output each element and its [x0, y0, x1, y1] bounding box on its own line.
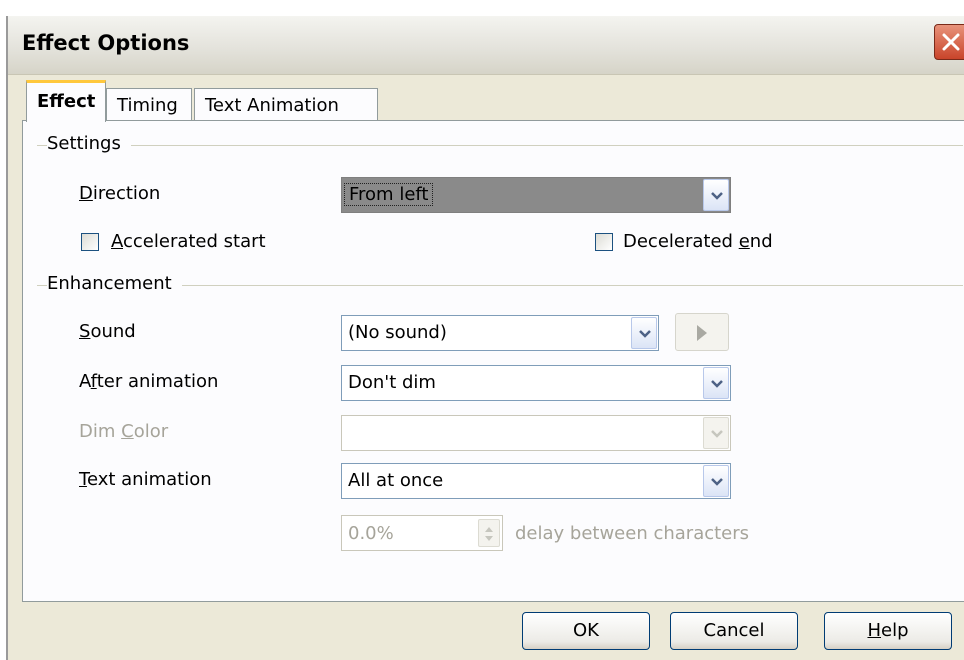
delay-value: 0.0% — [348, 523, 394, 544]
dim-color-select[interactable] — [341, 415, 731, 451]
text-animation-value: All at once — [348, 470, 444, 491]
title-bar: Effect Options — [8, 16, 964, 75]
tab-timing-label: Timing — [117, 95, 178, 116]
text-animation-dropdown-button[interactable] — [703, 465, 729, 497]
ok-button[interactable]: OK — [522, 612, 650, 650]
chevron-down-icon — [711, 192, 723, 200]
cancel-button[interactable]: Cancel — [670, 612, 798, 650]
text-animation-select[interactable]: All at once — [341, 463, 731, 499]
after-animation-dropdown-button[interactable] — [703, 367, 729, 399]
close-button[interactable] — [934, 24, 964, 60]
sound-dropdown-button[interactable] — [631, 317, 657, 349]
sound-value: (No sound) — [348, 322, 447, 343]
accelerated-start-label[interactable]: Accelerated start — [111, 231, 266, 252]
after-animation-select[interactable]: Don't dim — [341, 365, 731, 401]
chevron-down-icon — [711, 478, 723, 486]
direction-label: Direction — [79, 183, 161, 204]
decelerated-end-label[interactable]: Decelerated end — [623, 231, 773, 252]
chevron-down-icon — [711, 380, 723, 388]
play-icon — [697, 325, 707, 341]
spin-updown-icon — [485, 527, 493, 541]
close-icon — [942, 33, 960, 51]
text-animation-label: Text animation — [79, 469, 212, 490]
chevron-down-icon — [711, 430, 723, 438]
direction-select[interactable]: From left — [341, 177, 731, 213]
tab-effect[interactable]: Effect — [26, 80, 106, 122]
tab-text-animation-label: Text Animation — [205, 95, 339, 116]
after-animation-label: After animation — [79, 371, 219, 392]
settings-divider — [37, 145, 963, 146]
dim-color-dropdown-button[interactable] — [703, 417, 729, 449]
play-sound-button[interactable] — [675, 313, 729, 351]
after-animation-value: Don't dim — [348, 372, 436, 393]
direction-value: From left — [344, 183, 434, 206]
window-title: Effect Options — [22, 31, 190, 55]
effect-tab-panel: Settings Direction From left Accelerated… — [22, 120, 964, 602]
delay-spin-buttons[interactable] — [478, 519, 500, 547]
sound-select[interactable]: (No sound) — [341, 315, 659, 351]
tab-text-animation[interactable]: Text Animation — [194, 88, 378, 120]
delay-spinbox[interactable]: 0.0% — [341, 515, 503, 551]
tab-timing[interactable]: Timing — [106, 88, 192, 120]
dim-color-label: Dim Color — [79, 421, 169, 442]
delay-suffix-label: delay between characters — [515, 523, 750, 544]
effect-options-dialog: Effect Options Effect Timing Text Animat… — [6, 16, 964, 660]
help-button[interactable]: Help — [824, 612, 952, 650]
tab-effect-label: Effect — [37, 91, 96, 112]
settings-section-label: Settings — [47, 133, 131, 154]
accelerated-start-checkbox[interactable] — [81, 233, 99, 251]
direction-dropdown-button[interactable] — [703, 179, 729, 211]
enhancement-section-label: Enhancement — [47, 273, 182, 294]
sound-label: Sound — [79, 321, 136, 342]
decelerated-end-checkbox[interactable] — [595, 233, 613, 251]
chevron-down-icon — [639, 330, 651, 338]
